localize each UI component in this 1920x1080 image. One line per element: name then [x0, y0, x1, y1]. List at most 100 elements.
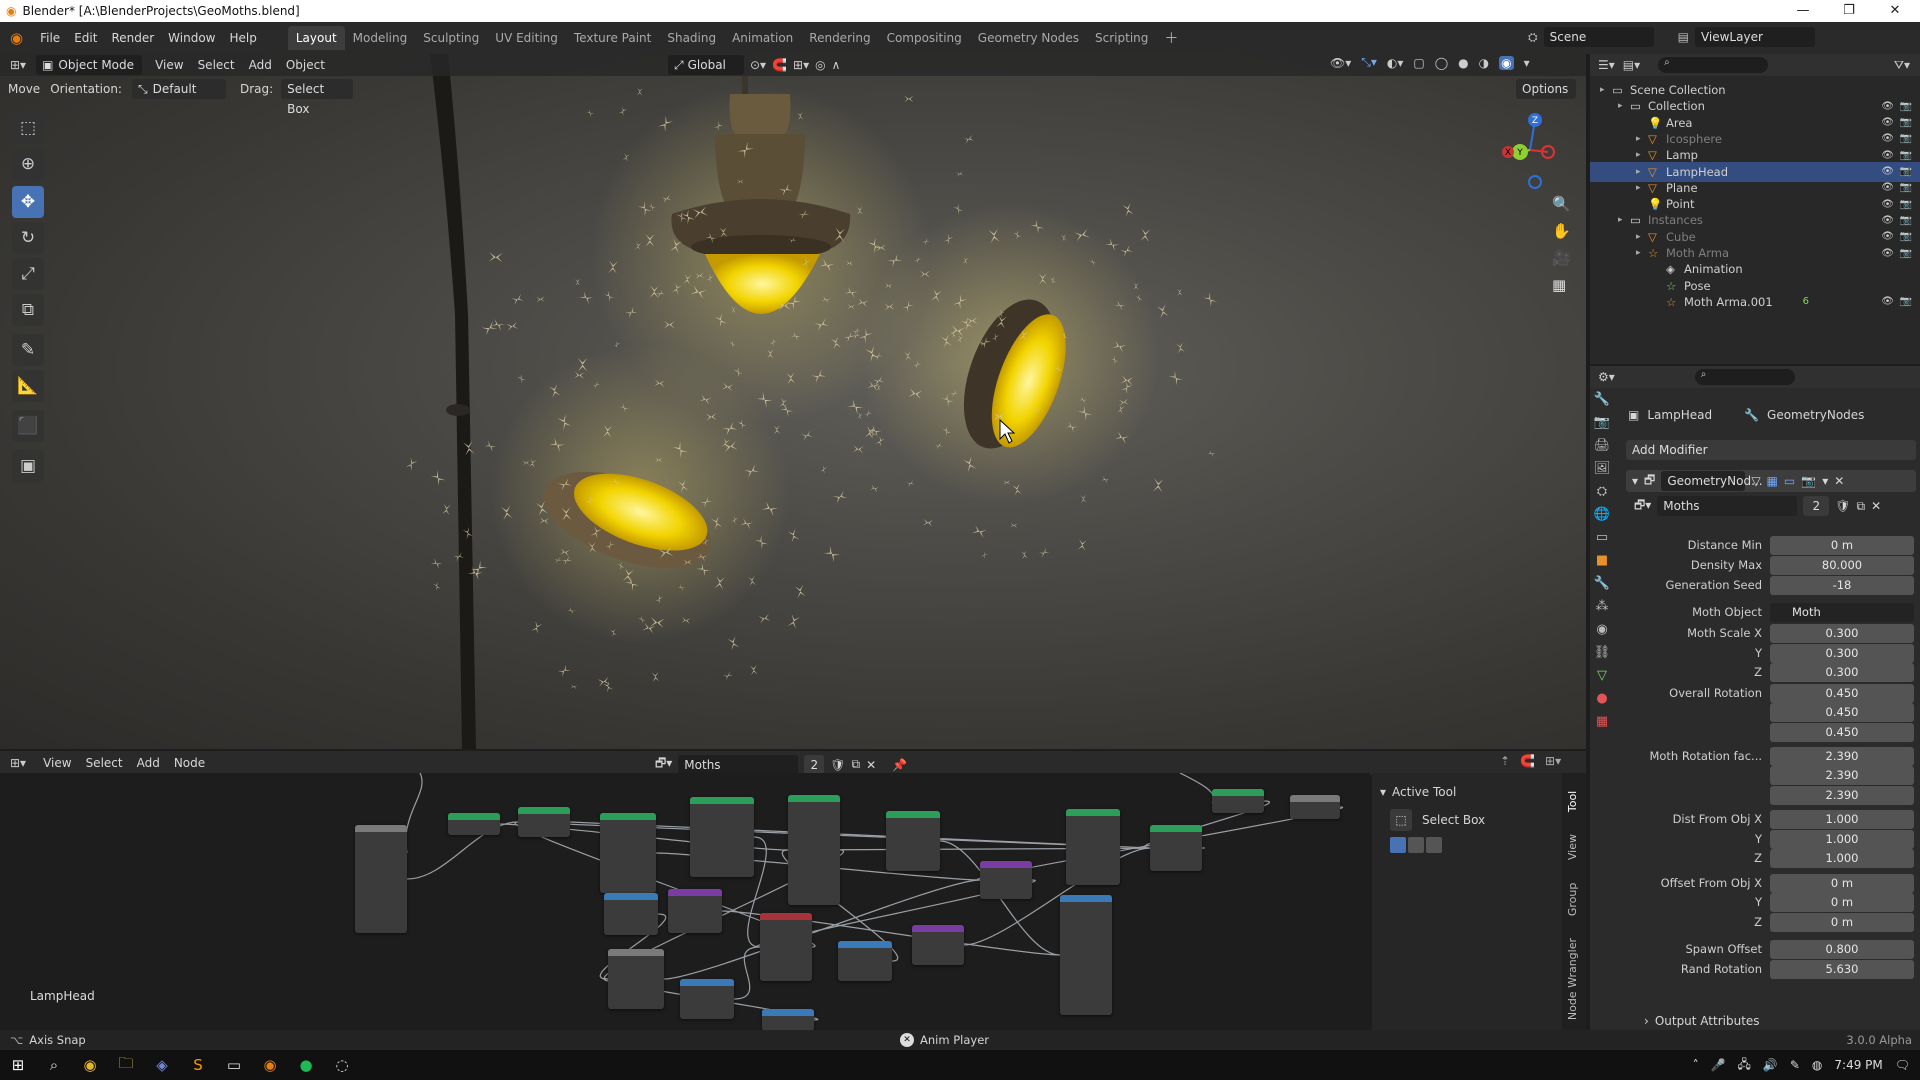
number-field[interactable]: 0.450: [1770, 723, 1914, 742]
node-menu-node[interactable]: Node: [167, 751, 212, 775]
graph-node[interactable]: [690, 797, 754, 877]
sidebar-tab-node-wrangler[interactable]: Node Wrangler: [1566, 938, 1579, 1020]
file-explorer-icon[interactable]: 🗀: [108, 1050, 144, 1080]
editor-type-icon[interactable]: ⊞▾: [0, 58, 36, 72]
zoom-icon[interactable]: 🔍: [1552, 195, 1571, 213]
outliner-search-field[interactable]: ⌕: [1658, 57, 1769, 73]
select-mode-subtract-icon[interactable]: [1426, 837, 1442, 853]
visibility-eye-icon[interactable]: 👁: [1881, 215, 1894, 226]
number-field[interactable]: 2.390: [1770, 747, 1914, 766]
node-unlink-icon[interactable]: ✕: [866, 758, 876, 772]
rotate-tool[interactable]: ↻: [12, 222, 44, 254]
viewport-toggle-icon[interactable]: ▭: [1784, 474, 1795, 488]
expand-arrow-icon[interactable]: ▸: [1618, 101, 1630, 111]
object-mode-selector[interactable]: ▣ Object Mode: [36, 55, 143, 75]
tab-scripting[interactable]: Scripting: [1087, 26, 1156, 50]
visibility-eye-icon[interactable]: 👁: [1881, 182, 1894, 193]
visibility-eye-icon[interactable]: 👁: [1881, 150, 1894, 161]
gizmo-icon[interactable]: ⤡▾: [1361, 55, 1377, 70]
scene-selector[interactable]: Scene: [1543, 27, 1654, 47]
collapse-active-tool-icon[interactable]: ▾: [1380, 785, 1386, 799]
node-duplicate-icon[interactable]: ⧉: [852, 757, 861, 772]
menu-add[interactable]: Add: [242, 54, 279, 76]
snap-icon[interactable]: 🧲: [772, 58, 787, 72]
number-field[interactable]: 5.630: [1770, 960, 1914, 979]
expand-arrow-icon[interactable]: ▸: [1636, 167, 1648, 177]
blender-menu-icon[interactable]: ◉: [0, 29, 33, 47]
number-field[interactable]: 0.450: [1770, 684, 1914, 703]
visibility-eye-icon[interactable]: 👁: [1881, 296, 1894, 307]
add-modifier-dropdown[interactable]: Add Modifier: [1626, 440, 1916, 460]
expand-output-icon[interactable]: ›: [1644, 1014, 1649, 1028]
app-window-icon[interactable]: ▭: [216, 1050, 252, 1080]
node-tree-icon[interactable]: 🗗▾: [1634, 496, 1651, 517]
duplicate-icon[interactable]: ⧉: [1857, 499, 1866, 514]
world-tab-icon[interactable]: 🌐: [1594, 507, 1610, 522]
chrome-icon[interactable]: ◉: [72, 1050, 108, 1080]
number-field[interactable]: 0 m: [1770, 874, 1914, 893]
properties-search-field[interactable]: ⌕: [1694, 369, 1795, 385]
number-field[interactable]: 0.300: [1770, 663, 1914, 682]
node-tree-users[interactable]: 2: [804, 754, 825, 775]
steam-icon[interactable]: ◍: [1812, 1058, 1822, 1072]
cursor-tool[interactable]: ⊕: [12, 148, 44, 180]
graph-node[interactable]: [680, 979, 734, 1019]
render-toggle-icon[interactable]: 📷: [1801, 474, 1816, 488]
menu-edit[interactable]: Edit: [67, 22, 104, 54]
tray-chevron-icon[interactable]: ˄: [1693, 1058, 1699, 1072]
number-field[interactable]: 0 m: [1770, 536, 1914, 555]
options-button[interactable]: Options: [1516, 79, 1576, 99]
graph-node[interactable]: [608, 949, 664, 1009]
expand-arrow-icon[interactable]: ▸: [1636, 134, 1648, 144]
pin-icon[interactable]: 📌: [892, 758, 907, 772]
graph-node[interactable]: [788, 795, 840, 905]
expand-arrow-icon[interactable]: ▸: [1636, 150, 1648, 160]
tab-modeling[interactable]: Modeling: [345, 26, 416, 50]
select-box-tool-icon[interactable]: ⬚: [1390, 809, 1412, 831]
view-layer-selector[interactable]: ViewLayer: [1694, 27, 1815, 47]
number-field[interactable]: 0.300: [1770, 644, 1914, 663]
display-mode-icon[interactable]: ▤▾: [1623, 58, 1640, 72]
menu-object[interactable]: Object: [279, 54, 332, 76]
graph-node[interactable]: [1060, 895, 1112, 1015]
object-picker-field[interactable]: Moth: [1770, 603, 1914, 622]
node-tree-field[interactable]: Moths: [678, 754, 799, 775]
xray-icon[interactable]: ▢: [1413, 56, 1424, 70]
data-tab-icon[interactable]: ▽: [1597, 668, 1607, 683]
tab-texture-paint[interactable]: Texture Paint: [566, 26, 659, 50]
shading-material-icon[interactable]: ◑: [1479, 56, 1489, 70]
move-tool[interactable]: ✥: [12, 186, 44, 218]
scale-tool[interactable]: ⤢: [12, 258, 44, 290]
expand-arrow-icon[interactable]: ▸: [1600, 85, 1612, 95]
modifier-tab-icon[interactable]: 🔧: [1594, 576, 1610, 591]
sidebar-tab-view[interactable]: View: [1566, 834, 1579, 860]
graph-node[interactable]: [448, 813, 500, 835]
graph-node[interactable]: [1150, 825, 1202, 871]
view-layer-icon[interactable]: ▤: [1678, 30, 1689, 44]
tab-geometry-nodes[interactable]: Geometry Nodes: [970, 26, 1087, 50]
number-field[interactable]: 0 m: [1770, 893, 1914, 912]
number-field[interactable]: 1.000: [1770, 810, 1914, 829]
menu-render[interactable]: Render: [104, 22, 161, 54]
output-attributes-panel[interactable]: Output Attributes: [1655, 1014, 1760, 1028]
close-button[interactable]: ✕: [1872, 0, 1918, 22]
output-tab-icon[interactable]: 🖨: [1594, 438, 1611, 453]
tab-sculpting[interactable]: Sculpting: [415, 26, 487, 50]
expand-arrow-icon[interactable]: ▸: [1636, 248, 1648, 258]
number-field[interactable]: 2.390: [1770, 786, 1914, 805]
render-camera-icon[interactable]: 📷: [1900, 117, 1912, 128]
number-field[interactable]: -18: [1770, 576, 1914, 595]
collapse-modifier-icon[interactable]: ▾: [1632, 474, 1638, 488]
graph-node[interactable]: [1290, 795, 1340, 819]
shading-wireframe-icon[interactable]: ◯: [1435, 56, 1448, 70]
ortho-grid-icon[interactable]: ▦: [1552, 276, 1571, 294]
graph-node[interactable]: [518, 807, 570, 837]
render-camera-icon[interactable]: 📷: [1900, 199, 1912, 210]
menu-window[interactable]: Window: [161, 22, 222, 54]
select-mode-extend-icon[interactable]: [1408, 837, 1424, 853]
node-tree-type-icon[interactable]: 🗗▾: [655, 754, 672, 775]
particles-tab-icon[interactable]: ⁂: [1596, 599, 1609, 614]
shading-options-icon[interactable]: ▾: [1524, 56, 1530, 70]
select-box-tool[interactable]: ⬚: [12, 112, 44, 144]
graph-node[interactable]: [668, 889, 722, 933]
